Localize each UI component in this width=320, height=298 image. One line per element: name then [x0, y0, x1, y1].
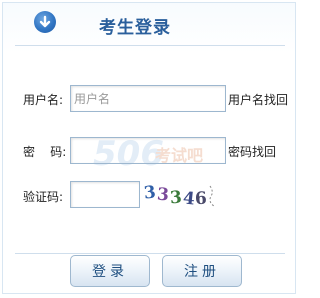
captcha-char: 3 [155, 184, 170, 206]
username-placeholder: 用户名 [74, 92, 111, 106]
username-recovery-link[interactable]: 用户名找回 [228, 91, 288, 108]
username-input[interactable]: 用户名 [70, 85, 226, 112]
password-label: 密 码: [23, 145, 67, 159]
register-button[interactable]: 注册 [162, 255, 242, 287]
username-label: 用户名: [23, 93, 64, 107]
footer-divider [15, 253, 285, 254]
captcha-input[interactable] [70, 181, 140, 208]
login-button[interactable]: 登录 [70, 255, 150, 287]
captcha-char: 3 [142, 182, 157, 204]
password-input[interactable] [70, 137, 226, 164]
login-panel: 考生登录 506 考试吧 用户名: 用户名 用户名找回 密 码: 密码找回 验证… [2, 2, 296, 294]
captcha-char: 4 [181, 188, 196, 210]
panel-header: 考生登录 [3, 3, 297, 45]
captcha-char: 3 [169, 187, 183, 209]
captcha-noise [209, 185, 215, 207]
arrow-down-circle-icon [34, 11, 56, 33]
captcha-image[interactable]: 3 3 3 4 6 [142, 181, 226, 211]
captcha-char: 6 [194, 188, 208, 210]
captcha-label: 验证码: [23, 190, 64, 204]
page-title: 考生登录 [99, 18, 171, 38]
header-divider [15, 45, 285, 46]
password-recovery-link[interactable]: 密码找回 [228, 143, 276, 160]
